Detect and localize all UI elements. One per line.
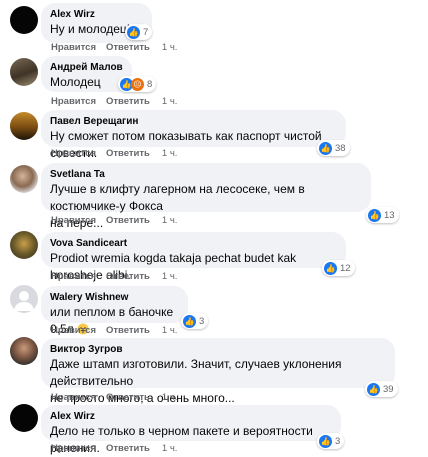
reaction-count: 3: [335, 435, 341, 447]
comment-timestamp[interactable]: 1 ч.: [162, 325, 178, 336]
comment-timestamp[interactable]: 1 ч.: [162, 392, 178, 403]
reaction-summary[interactable]: 👍 3: [317, 433, 345, 449]
comment-actions: Нравится Ответить 1 ч.: [51, 96, 177, 108]
reply-link[interactable]: Ответить: [106, 96, 150, 107]
comment-timestamp[interactable]: 1 ч.: [162, 148, 178, 159]
like-reaction-icon: 👍: [127, 25, 140, 39]
comment-timestamp[interactable]: 1 ч.: [162, 96, 178, 107]
reaction-summary[interactable]: 👍 7: [125, 24, 153, 40]
like-link[interactable]: Нравится: [51, 42, 96, 53]
user-silhouette-icon: [14, 291, 34, 311]
reaction-summary[interactable]: 👍 ☹ 8: [118, 76, 157, 92]
comment-actions: Нравится Ответить 1 ч.: [51, 392, 177, 404]
comment-author[interactable]: Павел Верещагин: [50, 115, 337, 128]
comment-bubble: Svetlana Ta Лучше в клифту лагерном на л…: [41, 163, 371, 230]
reaction-count: 3: [199, 315, 205, 327]
comment-actions: Нравится Ответить 1 ч.: [51, 443, 177, 455]
comment-author[interactable]: Walery Wishnew: [50, 291, 179, 304]
comment-author[interactable]: Alex Wirz: [50, 8, 143, 21]
like-link[interactable]: Нравится: [51, 96, 96, 107]
avatar[interactable]: [10, 112, 38, 140]
comment-author[interactable]: Виктор Зугров: [50, 343, 386, 356]
comment-timestamp[interactable]: 1 ч.: [162, 42, 178, 53]
reply-link[interactable]: Ответить: [106, 392, 150, 403]
avatar[interactable]: [10, 404, 38, 432]
comment-author[interactable]: Svetlana Ta: [50, 168, 362, 181]
comment-actions: Нравится Ответить 1 ч.: [51, 271, 177, 283]
reaction-summary[interactable]: 👍 39: [365, 381, 398, 397]
like-reaction-icon: 👍: [324, 261, 337, 275]
comment-timestamp[interactable]: 1 ч.: [162, 271, 178, 282]
comment-text: Лучше в клифту лагерном на лесосеке, чем…: [50, 182, 305, 213]
reply-link[interactable]: Ответить: [106, 215, 150, 226]
like-link[interactable]: Нравится: [51, 392, 96, 403]
comment-bubble: Vova Sandiceart Prodiot wremia kogda tak…: [41, 232, 346, 282]
reaction-count: 12: [340, 262, 351, 274]
like-reaction-icon: 👍: [183, 314, 196, 328]
reply-link[interactable]: Ответить: [106, 443, 150, 454]
reply-link[interactable]: Ответить: [106, 271, 150, 282]
comment-bubble: Павел Верещагин Ну сможет потом показыва…: [41, 110, 346, 160]
reaction-summary[interactable]: 👍 12: [322, 260, 355, 276]
avatar[interactable]: [10, 58, 38, 86]
comment-author[interactable]: Андрей Малов: [50, 61, 123, 74]
reaction-count: 7: [143, 26, 149, 38]
comment-bubble: Alex Wirz Дело не только в черном пакете…: [41, 405, 341, 455]
comment-author[interactable]: Vova Sandiceart: [50, 237, 337, 250]
comment-actions: Нравится Ответить 1 ч.: [51, 325, 177, 337]
like-link[interactable]: Нравится: [51, 443, 96, 454]
reaction-summary[interactable]: 👍 3: [181, 313, 209, 329]
reaction-summary[interactable]: 👍 13: [366, 207, 399, 223]
comment-bubble: Walery Wishnew или пеплом в баночке 0.5л: [41, 286, 188, 336]
reply-link[interactable]: Ответить: [106, 42, 150, 53]
avatar[interactable]: [10, 165, 38, 193]
comment-actions: Нравится Ответить 1 ч.: [51, 215, 177, 227]
comment-bubble: Виктор Зугров Даже штамп изготовили. Зна…: [41, 338, 395, 405]
reaction-summary[interactable]: 👍 38: [317, 140, 350, 156]
like-link[interactable]: Нравится: [51, 148, 96, 159]
reaction-count: 8: [147, 78, 153, 90]
avatar[interactable]: [10, 231, 38, 259]
comment-text: Даже штамп изготовили. Значит, случаев у…: [50, 357, 342, 388]
reply-link[interactable]: Ответить: [106, 325, 150, 336]
like-link[interactable]: Нравится: [51, 325, 96, 336]
comment-actions: Нравится Ответить 1 ч.: [51, 42, 177, 54]
comment-timestamp[interactable]: 1 ч.: [162, 215, 178, 226]
like-reaction-icon: 👍: [319, 434, 332, 448]
like-link[interactable]: Нравится: [51, 271, 96, 282]
reaction-count: 38: [335, 142, 346, 154]
avatar[interactable]: [10, 337, 38, 365]
angry-reaction-icon: ☹: [131, 77, 144, 91]
comment-timestamp[interactable]: 1 ч.: [162, 443, 178, 454]
like-reaction-icon: 👍: [319, 141, 332, 155]
avatar[interactable]: [10, 6, 38, 34]
reaction-count: 13: [384, 209, 395, 221]
comment-text: Молодец: [50, 75, 101, 89]
avatar[interactable]: [10, 285, 38, 313]
like-reaction-icon: 👍: [368, 208, 381, 222]
reaction-count: 39: [383, 383, 394, 395]
reply-link[interactable]: Ответить: [106, 148, 150, 159]
like-link[interactable]: Нравится: [51, 215, 96, 226]
comment-actions: Нравится Ответить 1 ч.: [51, 148, 177, 160]
like-reaction-icon: 👍: [367, 382, 380, 396]
comment-author[interactable]: Alex Wirz: [50, 410, 332, 423]
